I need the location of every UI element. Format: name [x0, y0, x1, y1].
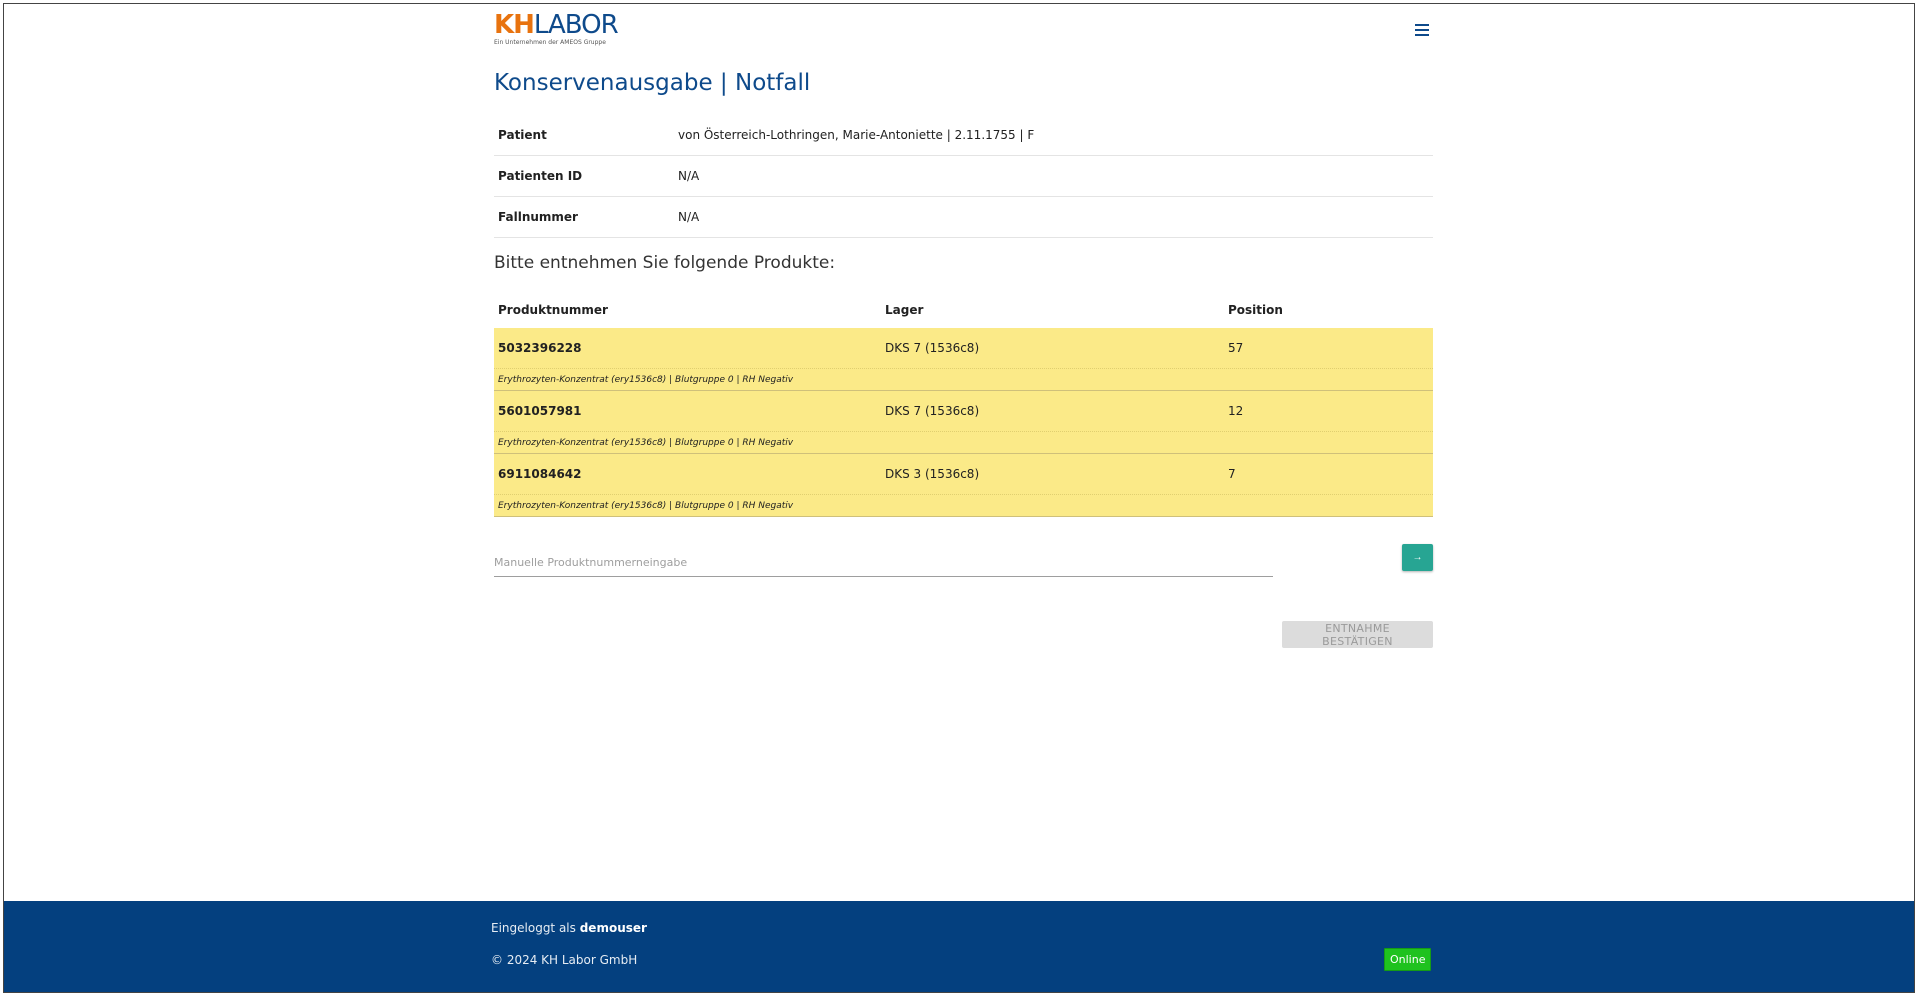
product-storage: DKS 7 (1536c8)	[885, 341, 980, 355]
info-label: Patient	[498, 128, 547, 142]
logo-subtitle: Ein Unternehmen der AMEOS Gruppe	[494, 39, 606, 46]
product-description: Erythrozyten-Konzentrat (ery1536c8) | Bl…	[498, 374, 794, 385]
header-product-number: Produktnummer	[498, 303, 608, 317]
header-position: Position	[1228, 303, 1283, 317]
confirm-removal-button[interactable]: ENTNAHME BESTÄTIGEN	[1282, 621, 1433, 648]
username: demouser	[579, 921, 647, 935]
products-table-header: Produktnummer Lager Position	[494, 292, 1433, 328]
info-label: Patienten ID	[498, 169, 583, 183]
patient-info-table: Patient von Österreich-Lothringen, Marie…	[494, 115, 1433, 238]
product-description: Erythrozyten-Konzentrat (ery1536c8) | Bl…	[498, 500, 794, 511]
hamburger-menu-icon[interactable]	[1411, 21, 1433, 39]
kh-labor-logo[interactable]: KHLABOR Ein Unternehmen der AMEOS Gruppe	[494, 10, 619, 46]
logo-labor: LABOR	[533, 10, 619, 40]
info-value: von Österreich-Lothringen, Marie-Antonie…	[678, 128, 1035, 142]
info-value: N/A	[678, 210, 700, 224]
submit-product-button[interactable]: →	[1402, 544, 1433, 571]
app-frame: KHLABOR Ein Unternehmen der AMEOS Gruppe…	[3, 3, 1915, 993]
manual-product-number-input[interactable]	[494, 548, 1273, 577]
product-storage: DKS 3 (1536c8)	[885, 467, 980, 481]
login-status: Eingeloggt als demouser	[491, 921, 647, 935]
table-row[interactable]: 5601057981 DKS 7 (1536c8) 12 Erythrozyte…	[494, 391, 1433, 454]
product-number: 5032396228	[498, 341, 582, 355]
product-number: 6911084642	[498, 467, 582, 481]
product-position: 7	[1228, 467, 1236, 481]
table-row[interactable]: 5032396228 DKS 7 (1536c8) 57 Erythrozyte…	[494, 328, 1433, 391]
product-number: 5601057981	[498, 404, 582, 418]
login-prefix: Eingeloggt als	[491, 921, 576, 935]
info-value: N/A	[678, 169, 700, 183]
product-position: 12	[1228, 404, 1244, 418]
products-table: Produktnummer Lager Position 5032396228 …	[494, 292, 1433, 517]
table-row[interactable]: 6911084642 DKS 3 (1536c8) 7 Erythrozyten…	[494, 454, 1433, 517]
footer: Eingeloggt als demouser © 2024 KH Labor …	[4, 901, 1914, 992]
patient-info-row: Patient von Österreich-Lothringen, Marie…	[494, 115, 1433, 156]
page-title: Konservenausgabe | Notfall	[494, 70, 811, 96]
arrow-right-icon: →	[1412, 552, 1423, 563]
header: KHLABOR Ein Unternehmen der AMEOS Gruppe	[491, 12, 1433, 46]
product-position: 57	[1228, 341, 1244, 355]
product-description: Erythrozyten-Konzentrat (ery1536c8) | Bl…	[498, 437, 794, 448]
patient-info-row: Patienten ID N/A	[494, 156, 1433, 197]
patient-info-row: Fallnummer N/A	[494, 197, 1433, 238]
logo-kh: KH	[494, 10, 535, 40]
status-badge: Online	[1384, 948, 1432, 971]
product-storage: DKS 7 (1536c8)	[885, 404, 980, 418]
instruction-heading: Bitte entnehmen Sie folgende Produkte:	[494, 253, 836, 273]
header-storage: Lager	[885, 303, 924, 317]
copyright: © 2024 KH Labor GmbH	[491, 953, 638, 967]
info-label: Fallnummer	[498, 210, 578, 224]
